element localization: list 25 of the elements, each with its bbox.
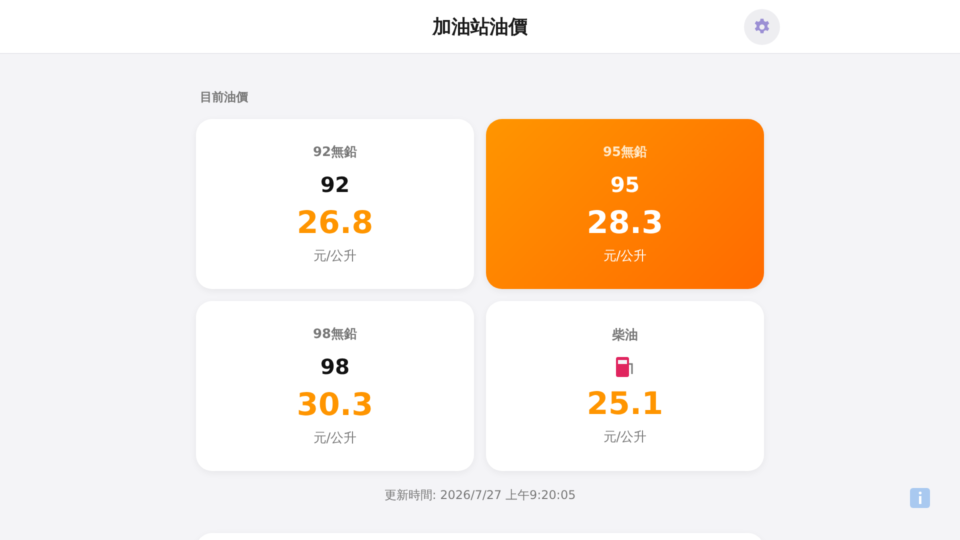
fuel-label: 98無鉛 <box>312 326 358 343</box>
section-title: 目前油價 <box>199 89 249 106</box>
page-title: 加油站油價 <box>432 14 528 40</box>
price-value: 30.3 <box>296 387 374 423</box>
settings-button[interactable] <box>744 9 780 45</box>
price-card[interactable]: 92無鉛 92 26.8 元/公升 <box>196 119 474 289</box>
fuel-label: 95無鉛 <box>602 144 648 161</box>
info-icon[interactable] <box>910 488 930 508</box>
price-unit: 元/公升 <box>313 430 357 447</box>
update-time: 更新時間: 2026/7/27 上午9:20:05 <box>383 487 577 504</box>
price-unit: 元/公升 <box>603 248 647 265</box>
price-card[interactable]: 98無鉛 98 30.3 元/公升 <box>196 301 474 471</box>
price-value: 25.1 <box>586 386 664 422</box>
price-unit: 元/公升 <box>603 429 647 446</box>
fuel-label: 92無鉛 <box>312 144 358 161</box>
fuel-code: 92 <box>320 173 350 197</box>
fuel-label: 柴油 <box>612 327 638 344</box>
fuel-pump-icon <box>615 356 635 378</box>
price-unit: 元/公升 <box>313 248 357 265</box>
fuel-code: 95 <box>610 173 640 197</box>
settings-icon <box>753 18 771 36</box>
price-value: 26.8 <box>296 205 374 241</box>
price-card[interactable]: 柴油 25.1 元/公升 <box>486 301 764 471</box>
price-value: 28.3 <box>586 205 664 241</box>
fuel-code: 98 <box>320 355 350 379</box>
